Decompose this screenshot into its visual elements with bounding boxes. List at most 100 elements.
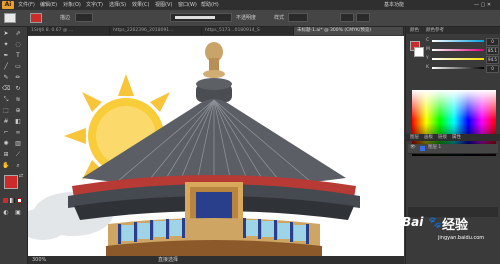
lasso-icon[interactable]: ◌ bbox=[14, 41, 22, 49]
status-bar: 300% 直接选择 bbox=[28, 256, 404, 264]
menu-window[interactable]: 窗口(W) bbox=[178, 1, 197, 9]
artboard-icon[interactable]: ⊞ bbox=[2, 151, 10, 159]
style-label: 样式 bbox=[274, 15, 285, 21]
layers-panel-header: 图层 画板 链接 属性 bbox=[406, 134, 500, 141]
opacity-label: 不透明度 bbox=[236, 15, 257, 21]
pencil-icon[interactable]: ✏ bbox=[14, 74, 22, 82]
channel-c-field[interactable]: 0 bbox=[486, 38, 499, 46]
roof-finial-base bbox=[203, 70, 225, 78]
draw-mode-icon[interactable]: ◐ bbox=[2, 209, 10, 217]
screen-mode-icon[interactable]: ▣ bbox=[14, 209, 22, 217]
window-controls[interactable]: — ▢ ✕ bbox=[474, 1, 491, 9]
tab-artboards[interactable]: 画板 bbox=[422, 134, 435, 141]
width-icon[interactable]: ≋ bbox=[14, 96, 22, 104]
blend-icon[interactable]: ∞ bbox=[14, 129, 22, 137]
style-select[interactable] bbox=[288, 13, 308, 22]
menu-view[interactable]: 视图(V) bbox=[155, 1, 172, 9]
zoom-level[interactable]: 300% bbox=[32, 256, 46, 264]
tab-doc-active[interactable]: 未标题-1.ai* @ 300% (CMYK/预览) bbox=[294, 27, 404, 35]
slice-icon[interactable]: ⟋ bbox=[14, 151, 22, 159]
pen-icon[interactable]: ✒ bbox=[2, 52, 10, 60]
tab-color-guide[interactable]: 颜色参考 bbox=[424, 27, 446, 34]
direct-selection-icon[interactable]: ⇗ bbox=[14, 30, 22, 38]
tools-panel: ➤ ⇗ ✦ ◌ ✒ T ╱ ▭ ✎ ✏ ⌫ ↻ ⤡ ≋ ⬚ ⊕ # ◧ ⌐ ∞ … bbox=[0, 27, 28, 264]
channel-y-field[interactable]: 94.5 bbox=[486, 56, 499, 64]
control-stroke-swatch[interactable] bbox=[30, 13, 42, 23]
gradient-icon[interactable]: ◧ bbox=[14, 118, 22, 126]
document-tabs: 1SHJ6 8. 0.67 @ ... https_2262396_201809… bbox=[28, 27, 404, 35]
align-button[interactable] bbox=[340, 13, 354, 22]
current-tool-name: 直接选择 bbox=[158, 257, 179, 263]
line-icon[interactable]: ╱ bbox=[2, 63, 10, 71]
channel-k-slider[interactable] bbox=[432, 67, 484, 69]
paw-icon: 🐾 bbox=[428, 216, 442, 229]
stroke-profile-select[interactable] bbox=[170, 13, 232, 22]
color-mode-button[interactable] bbox=[3, 198, 8, 203]
tab-layers[interactable]: 图层 bbox=[408, 134, 421, 141]
layer-name[interactable]: 图层 1 bbox=[428, 145, 441, 151]
upper-drum-top bbox=[196, 78, 232, 90]
watermark-text: 经验 bbox=[442, 218, 469, 233]
brush-icon[interactable]: ✎ bbox=[2, 74, 10, 82]
tab-doc-2[interactable]: https_2262396_2018091... bbox=[110, 27, 202, 35]
shape-builder-icon[interactable]: ⊕ bbox=[14, 107, 22, 115]
eyedropper-icon[interactable]: ⌐ bbox=[2, 129, 10, 137]
tab-doc-1[interactable]: 1SHJ6 8. 0.67 @ ... bbox=[28, 27, 110, 35]
menu-help[interactable]: 帮助(H) bbox=[201, 1, 219, 9]
watermark-url: jingyan.baidu.com bbox=[438, 235, 485, 241]
graph-icon[interactable]: ▥ bbox=[14, 140, 22, 148]
scale-icon[interactable]: ⤡ bbox=[2, 96, 10, 104]
channel-m-field[interactable]: 85.1 bbox=[486, 47, 499, 55]
menu-type[interactable]: 文字(T) bbox=[86, 1, 103, 9]
rectangle-icon[interactable]: ▭ bbox=[14, 63, 22, 71]
app-logo: Ai bbox=[2, 1, 14, 9]
tab-color[interactable]: 颜色 bbox=[408, 27, 421, 34]
selection-arrow-icon[interactable]: ➤ bbox=[2, 30, 10, 38]
layer-color-chip bbox=[420, 146, 425, 151]
type-icon[interactable]: T bbox=[14, 52, 22, 60]
menu-select[interactable]: 选择(S) bbox=[109, 1, 126, 9]
channel-c-label: C bbox=[426, 38, 430, 43]
mesh-icon[interactable]: # bbox=[2, 118, 10, 126]
baidu-watermark: Bai 🐾 经验 jingyan.baidu.com bbox=[398, 213, 500, 257]
transform-button[interactable] bbox=[356, 13, 370, 22]
menu-edit[interactable]: 编辑(E) bbox=[40, 1, 57, 9]
tab-attributes[interactable]: 属性 bbox=[450, 134, 463, 141]
channel-k-field[interactable]: 0 bbox=[486, 65, 499, 73]
layer-row[interactable]: 👁 图层 1 bbox=[408, 144, 498, 154]
channel-m-slider[interactable] bbox=[432, 49, 484, 51]
fill-color-swatch[interactable] bbox=[4, 175, 18, 189]
none-mode-button[interactable] bbox=[17, 198, 22, 203]
watermark-brand: Bai bbox=[402, 215, 424, 229]
channel-y-slider[interactable] bbox=[432, 58, 484, 60]
channel-k-label: K bbox=[426, 65, 429, 70]
eye-icon[interactable]: 👁 bbox=[410, 145, 416, 151]
roof-finial-neck bbox=[209, 58, 219, 72]
stroke-label: 描边 bbox=[60, 15, 71, 21]
menu-object[interactable]: 对象(O) bbox=[63, 1, 81, 9]
panel-stroke-swatch[interactable] bbox=[414, 47, 424, 57]
magic-wand-icon[interactable]: ✦ bbox=[2, 41, 10, 49]
gradient-mode-button[interactable] bbox=[10, 198, 15, 203]
tab-doc-3[interactable]: https_5173...0180914_S bbox=[202, 27, 294, 35]
zoom-icon[interactable]: ⌕ bbox=[14, 162, 22, 170]
tab-links[interactable]: 链接 bbox=[436, 134, 449, 141]
channel-c-slider[interactable] bbox=[432, 40, 484, 42]
swap-icon[interactable]: ⇄ bbox=[17, 172, 25, 180]
menu-file[interactable]: 文件(F) bbox=[18, 1, 35, 9]
channel-y-label: Y bbox=[426, 56, 429, 61]
symbol-sprayer-icon[interactable]: ✺ bbox=[2, 140, 10, 148]
workspace-switcher[interactable]: 基本功能 bbox=[384, 1, 404, 9]
control-fill-swatch[interactable] bbox=[4, 13, 16, 23]
free-transform-icon[interactable]: ⬚ bbox=[2, 107, 10, 115]
stroke-weight-field[interactable] bbox=[75, 13, 93, 22]
rotate-icon[interactable]: ↻ bbox=[14, 85, 22, 93]
eraser-icon[interactable]: ⌫ bbox=[2, 85, 10, 93]
menu-effect[interactable]: 效果(C) bbox=[132, 1, 149, 9]
artwork-temple-of-heaven[interactable] bbox=[28, 36, 404, 256]
hand-icon[interactable]: ✋ bbox=[2, 162, 10, 170]
channel-m-label: M bbox=[426, 47, 430, 52]
control-bar: 描边 不透明度 样式 bbox=[0, 10, 500, 27]
artboard-canvas[interactable] bbox=[28, 36, 404, 256]
color-panel-header: 颜色 颜色参考 bbox=[406, 27, 500, 34]
